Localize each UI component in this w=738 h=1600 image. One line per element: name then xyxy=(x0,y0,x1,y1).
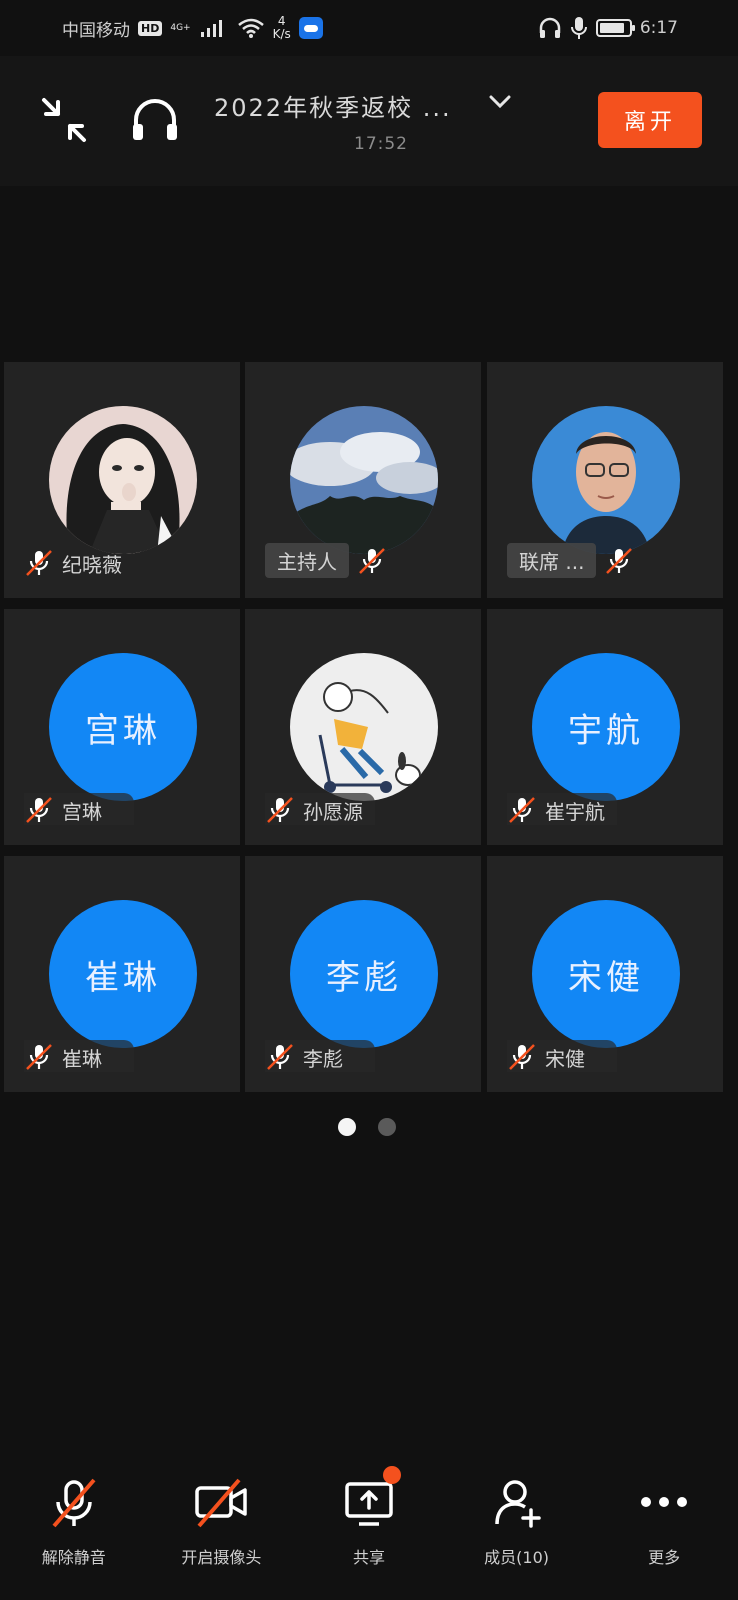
speed-unit: K/s xyxy=(272,27,291,41)
mic-muted-icon xyxy=(26,797,52,823)
avatar xyxy=(290,406,438,554)
shrink-arrows-icon xyxy=(42,98,86,142)
mic-muted-icon xyxy=(26,1044,52,1070)
meeting-duration: 17:52 xyxy=(354,134,408,154)
more-label: 更多 xyxy=(648,1548,681,1567)
participant-label: 孙愿源 xyxy=(265,795,363,825)
participant-label: 李彪 xyxy=(265,1042,343,1072)
page-indicator[interactable] xyxy=(338,1118,396,1136)
participant-label: 纪晓薇 xyxy=(24,548,122,578)
participant-name: 崔琳 xyxy=(62,1046,102,1071)
scooter-girl-avatar-image xyxy=(290,653,438,801)
avatar-initials: 李彪 xyxy=(326,957,402,998)
participant-tile[interactable]: 孙愿源 xyxy=(245,609,481,845)
share-button[interactable]: 共享 xyxy=(295,1462,443,1600)
page-dot-1[interactable] xyxy=(338,1118,356,1136)
camera-label: 开启摄像头 xyxy=(181,1548,262,1567)
participant-label: 主持人 xyxy=(265,543,387,578)
participant-tile[interactable]: 李彪 李彪 xyxy=(245,856,481,1092)
participant-tile[interactable]: 主持人 xyxy=(245,362,481,598)
participant-name: 宫琳 xyxy=(62,799,102,824)
meeting-toolbar: 解除静音 开启摄像头 共享 成员(10) 更多 xyxy=(0,1462,738,1600)
title-dropdown[interactable] xyxy=(486,90,514,114)
avatar-initials: 宫琳 xyxy=(85,710,161,751)
carrier-name: 中国移动 xyxy=(62,20,130,41)
participant-name: 李彪 xyxy=(303,1046,343,1071)
avatar: 宋健 xyxy=(532,900,680,1048)
avatar xyxy=(49,406,197,554)
mic-muted-icon xyxy=(359,547,385,574)
role-chip: 主持人 xyxy=(265,543,349,578)
status-left: 中国移动 HD 4G+ 4 K/s xyxy=(62,15,323,41)
share-label: 共享 xyxy=(352,1548,385,1567)
participant-name: 孙愿源 xyxy=(303,799,363,824)
members-button[interactable]: 成员(10) xyxy=(443,1462,591,1600)
avatar: 崔琳 xyxy=(49,900,197,1048)
clock: 6:17 xyxy=(639,18,678,38)
weather-app-icon xyxy=(298,17,323,39)
status-right: 6:17 xyxy=(538,16,678,40)
audio-output-button[interactable] xyxy=(126,92,184,148)
wifi-icon xyxy=(237,18,264,38)
mic-muted-icon xyxy=(509,797,535,823)
camera-button[interactable]: 开启摄像头 xyxy=(148,1462,296,1600)
members-label: 成员(10) xyxy=(484,1548,549,1567)
mic-muted-icon xyxy=(26,550,52,576)
page-dot-2[interactable] xyxy=(378,1118,396,1136)
participant-name: 崔宇航 xyxy=(545,799,605,824)
anime-girl-avatar-image xyxy=(49,406,197,554)
avatar xyxy=(532,406,680,554)
battery-icon xyxy=(595,19,635,37)
participant-name: 宋健 xyxy=(545,1046,585,1071)
mic-status-icon xyxy=(570,17,587,39)
avatar xyxy=(290,653,438,801)
avatar-initials: 宇航 xyxy=(568,710,644,751)
minimize-button[interactable] xyxy=(36,92,92,148)
meeting-header: 2022年秋季返校 ... 17:52 离开 xyxy=(0,56,738,186)
add-member-icon xyxy=(494,1480,541,1528)
role-chip: 联席 ... xyxy=(507,543,597,578)
leave-button[interactable]: 离开 xyxy=(598,92,702,148)
status-bar: 中国移动 HD 4G+ 4 K/s 6:17 xyxy=(0,0,738,56)
more-dots-icon xyxy=(641,1497,688,1507)
unmute-button[interactable]: 解除静音 xyxy=(0,1462,148,1600)
participant-tile[interactable]: 联席 ... xyxy=(487,362,723,598)
participant-label: 宋健 xyxy=(507,1042,585,1072)
avatar-initials: 宋健 xyxy=(568,957,644,998)
chevron-down-icon xyxy=(489,95,511,109)
mic-muted-icon xyxy=(509,1044,535,1070)
network-speed: 4 K/s xyxy=(273,15,291,41)
signal-icon xyxy=(200,20,222,37)
man-glasses-avatar-image xyxy=(532,406,680,554)
mic-muted-icon xyxy=(267,1044,293,1070)
avatar-initials: 崔琳 xyxy=(85,957,161,998)
avatar: 李彪 xyxy=(290,900,438,1048)
participant-tile[interactable]: 崔琳 崔琳 xyxy=(4,856,240,1092)
participant-tile[interactable]: 宫琳 宫琳 xyxy=(4,609,240,845)
participant-tile[interactable]: 宇航 崔宇航 xyxy=(487,609,723,845)
avatar: 宫琳 xyxy=(49,653,197,801)
more-button[interactable]: 更多 xyxy=(590,1462,738,1600)
participant-label: 崔琳 xyxy=(24,1042,102,1072)
unmute-label: 解除静音 xyxy=(41,1548,106,1567)
network-type: 4G+ xyxy=(170,22,191,33)
participant-label: 联席 ... xyxy=(507,543,634,578)
participant-tile[interactable]: 宋健 宋健 xyxy=(487,856,723,1092)
headphones-status-icon xyxy=(539,17,561,38)
participant-grid: 纪晓薇 主持人 联席 ... 宫琳 宫琳 孙愿源 宇航 崔宇航 崔琳 崔琳 李彪… xyxy=(4,362,738,1092)
participant-tile[interactable]: 纪晓薇 xyxy=(4,362,240,598)
sky-clouds-avatar-image xyxy=(290,406,438,554)
avatar: 宇航 xyxy=(532,653,680,801)
mic-muted-icon xyxy=(606,547,633,574)
participant-label: 宫琳 xyxy=(24,795,102,825)
mic-off-icon xyxy=(52,1478,96,1528)
meeting-title[interactable]: 2022年秋季返校 ... xyxy=(214,88,452,123)
participant-name: 纪晓薇 xyxy=(62,552,122,577)
notification-dot xyxy=(383,1466,402,1484)
hd-badge: HD xyxy=(138,20,163,36)
participant-label: 崔宇航 xyxy=(507,795,605,825)
mic-muted-icon xyxy=(267,797,293,823)
headphones-icon xyxy=(133,99,177,140)
camera-off-icon xyxy=(195,1478,248,1528)
